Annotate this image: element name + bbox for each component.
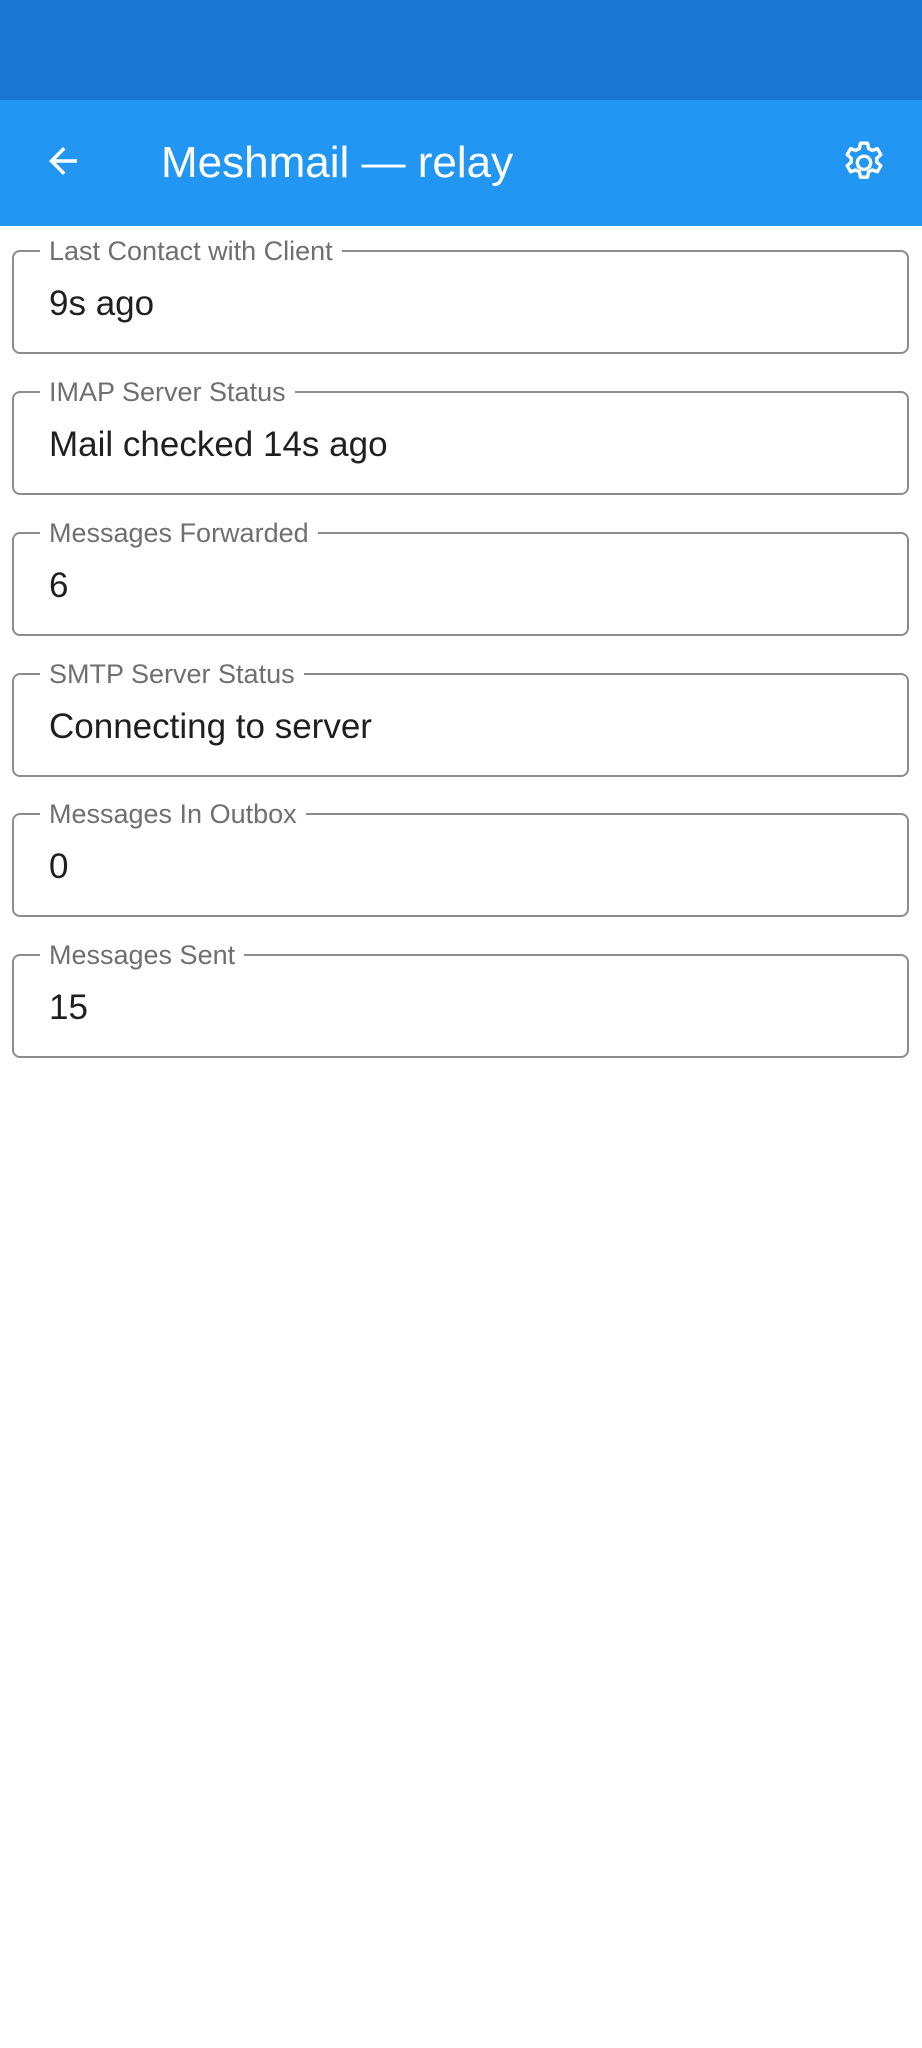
messages-forwarded-field: Messages Forwarded 6 xyxy=(12,517,909,636)
messages-sent-value: 15 xyxy=(49,988,88,1027)
last-contact-value: 9s ago xyxy=(49,284,155,323)
smtp-status-field: SMTP Server Status Connecting to server xyxy=(12,658,909,777)
messages-outbox-field: Messages In Outbox 0 xyxy=(12,798,909,917)
smtp-status-label: SMTP Server Status xyxy=(40,658,304,690)
page-title: Meshmail — relay xyxy=(161,138,514,187)
messages-forwarded-value: 6 xyxy=(49,566,69,605)
last-contact-field: Last Contact with Client 9s ago xyxy=(12,235,909,354)
messages-sent-field: Messages Sent 15 xyxy=(12,939,909,1058)
messages-sent-label: Messages Sent xyxy=(40,939,245,971)
smtp-status-value: Connecting to server xyxy=(49,707,372,746)
messages-outbox-value: 0 xyxy=(49,847,69,886)
app-bar: Meshmail — relay xyxy=(0,100,922,226)
imap-status-label: IMAP Server Status xyxy=(40,376,295,408)
messages-forwarded-label: Messages Forwarded xyxy=(40,517,318,549)
messages-outbox-label: Messages In Outbox xyxy=(40,798,306,830)
last-contact-label: Last Contact with Client xyxy=(40,235,342,267)
gear-icon xyxy=(845,141,883,179)
imap-status-value: Mail checked 14s ago xyxy=(49,425,388,464)
status-bar xyxy=(0,0,922,100)
imap-status-field: IMAP Server Status Mail checked 14s ago xyxy=(12,376,909,495)
settings-button[interactable] xyxy=(826,125,902,201)
back-button[interactable] xyxy=(30,128,96,194)
arrow-left-icon xyxy=(49,147,77,175)
